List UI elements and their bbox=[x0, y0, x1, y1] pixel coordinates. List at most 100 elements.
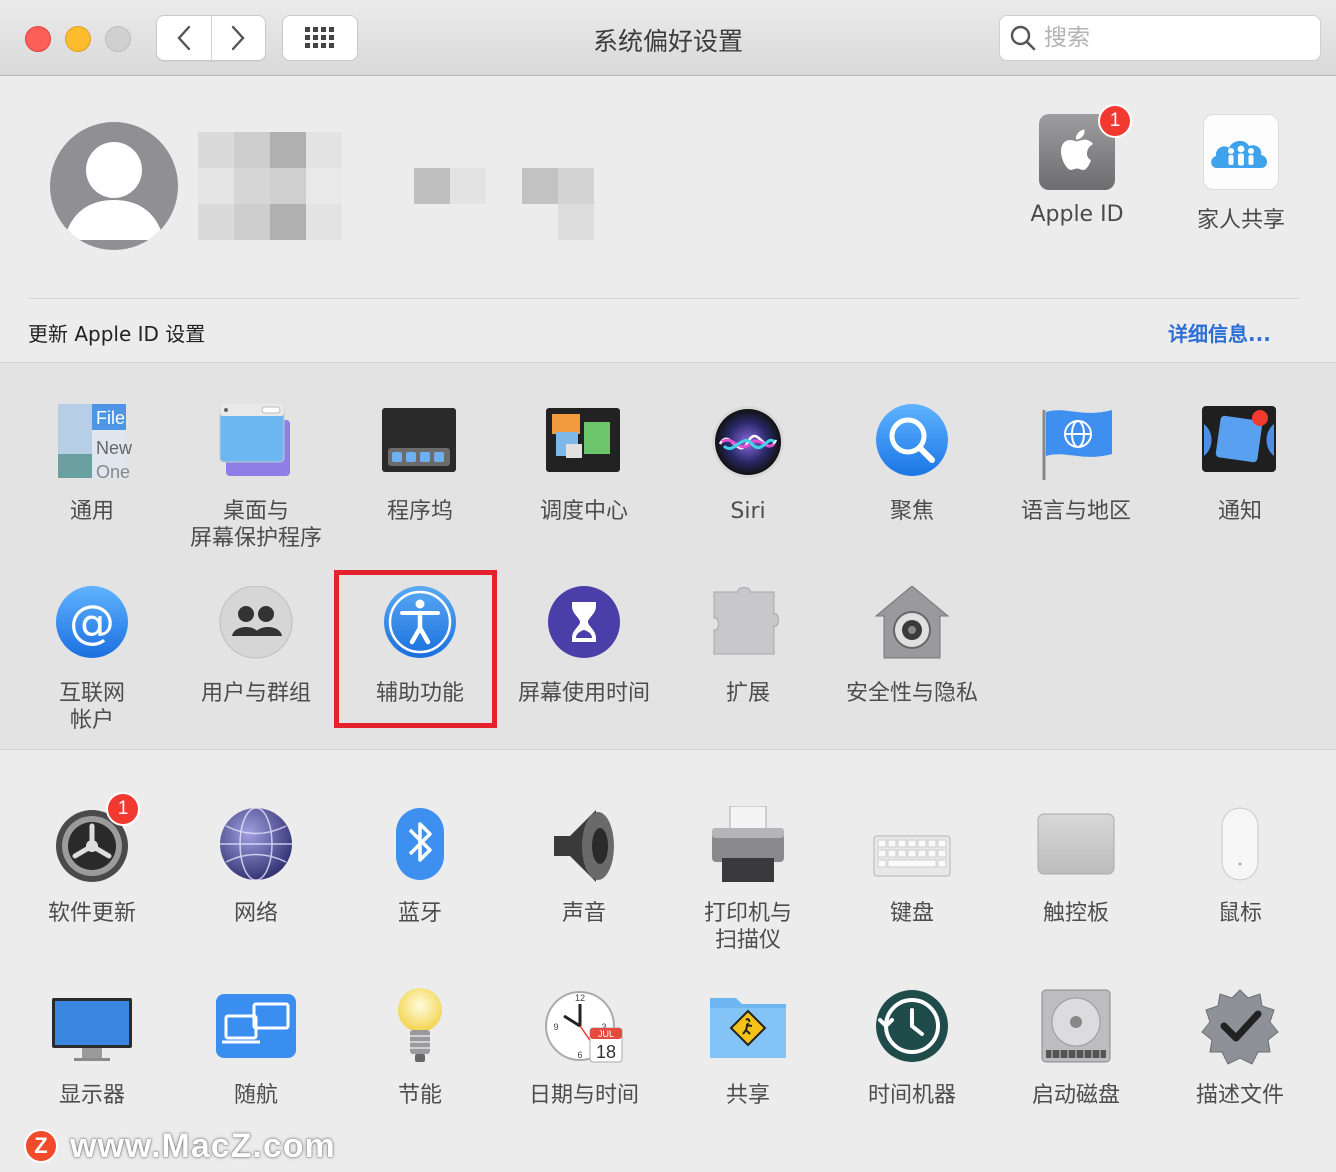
pane-printers-scanners[interactable]: 打印机与 扫描仪 bbox=[666, 805, 830, 954]
pane-label: 声音 bbox=[561, 901, 606, 926]
pane-sound[interactable]: 声音 bbox=[502, 806, 666, 927]
pane-label: 显示器 bbox=[58, 1083, 125, 1108]
pane-trackpad[interactable]: 触控板 bbox=[994, 806, 1158, 927]
pane-sharing[interactable]: 共享 bbox=[666, 988, 830, 1109]
pane-security-privacy[interactable]: 安全性与隐私 bbox=[830, 585, 994, 707]
show-all-button[interactable] bbox=[282, 15, 358, 61]
pane-language-region[interactable]: 语言与地区 bbox=[994, 404, 1158, 525]
pane-label: 启动磁盘 bbox=[1031, 1083, 1120, 1108]
pane-dock[interactable]: 程序坞 bbox=[338, 404, 502, 525]
nav-buttons bbox=[156, 15, 266, 61]
users-groups-icon bbox=[216, 585, 296, 666]
pane-bluetooth[interactable]: 蓝牙 bbox=[338, 806, 502, 927]
pane-keyboard[interactable]: 键盘 bbox=[830, 806, 994, 927]
time-machine-icon bbox=[872, 988, 952, 1068]
mission-control-icon bbox=[544, 404, 624, 484]
general-file-text: File bbox=[96, 408, 125, 428]
pane-label: 软件更新 bbox=[47, 901, 136, 926]
pane-label: 描述文件 bbox=[1195, 1083, 1284, 1108]
pane-general[interactable]: File New One 通用 bbox=[10, 404, 174, 525]
pane-label: 节能 bbox=[397, 1083, 442, 1108]
watermark: Z www.MacZ.com bbox=[24, 1126, 336, 1166]
network-icon bbox=[216, 806, 296, 886]
general-one-text: One bbox=[96, 462, 130, 482]
pane-date-time[interactable]: 12 3 6 9 JUL 18 日期与时间 bbox=[502, 988, 666, 1109]
language-region-icon bbox=[1036, 404, 1116, 484]
dock-icon bbox=[380, 404, 460, 484]
pane-network[interactable]: 网络 bbox=[174, 806, 338, 927]
calendar-day-text: 18 bbox=[596, 1042, 616, 1062]
trackpad-icon bbox=[1036, 806, 1116, 886]
pane-label: Siri bbox=[730, 499, 766, 524]
displays-icon bbox=[52, 988, 132, 1068]
update-apple-id-text: 更新 Apple ID 设置 bbox=[28, 322, 206, 346]
pane-displays[interactable]: 显示器 bbox=[10, 988, 174, 1109]
family-sharing-pane[interactable]: 家人共享 bbox=[1171, 114, 1311, 234]
accessibility-highlight-box bbox=[334, 570, 497, 728]
pane-time-machine[interactable]: 时间机器 bbox=[830, 988, 994, 1109]
details-link[interactable]: 详细信息... bbox=[1168, 318, 1271, 347]
pane-siri[interactable]: Siri bbox=[666, 404, 830, 525]
search-input[interactable] bbox=[1044, 25, 1294, 51]
zoom-button[interactable] bbox=[105, 26, 131, 52]
bluetooth-icon bbox=[380, 806, 460, 886]
pane-energy-saver[interactable]: 节能 bbox=[338, 988, 502, 1109]
pane-sidecar[interactable]: 随航 bbox=[174, 988, 338, 1109]
minimize-button[interactable] bbox=[65, 26, 91, 52]
startup-disk-icon bbox=[1036, 988, 1116, 1068]
grid-icon bbox=[305, 27, 334, 48]
pane-label: 时间机器 bbox=[867, 1083, 956, 1108]
general-icon: File New One bbox=[52, 404, 133, 484]
family-sharing-icon bbox=[1203, 114, 1279, 190]
pane-label: 语言与地区 bbox=[1020, 499, 1131, 524]
software-update-badge: 1 bbox=[106, 792, 140, 826]
pane-software-update[interactable]: 1 软件更新 bbox=[10, 792, 174, 927]
svg-text:12: 12 bbox=[575, 993, 585, 1003]
apple-id-badge: 1 bbox=[1098, 104, 1132, 138]
pane-profiles[interactable]: 描述文件 bbox=[1158, 988, 1322, 1109]
sharing-icon bbox=[708, 988, 788, 1068]
pane-mission-control[interactable]: 调度中心 bbox=[502, 404, 666, 525]
profiles-icon bbox=[1200, 988, 1280, 1068]
sound-icon bbox=[544, 806, 624, 886]
internet-accounts-icon: @ bbox=[52, 586, 132, 666]
printers-scanners-icon bbox=[708, 805, 788, 886]
pane-spotlight[interactable]: 聚焦 bbox=[830, 404, 994, 525]
energy-saver-icon bbox=[380, 988, 460, 1068]
window-title: 系统偏好设置 bbox=[592, 27, 743, 56]
pane-label: 互联网 帐户 bbox=[58, 681, 125, 733]
apple-id-pane[interactable]: 1 Apple ID bbox=[1007, 104, 1147, 227]
pane-label: 通用 bbox=[69, 499, 114, 524]
pane-extensions[interactable]: 扩展 bbox=[666, 586, 830, 707]
close-button[interactable] bbox=[25, 26, 51, 52]
pane-desktop-screensaver[interactable]: 桌面与 屏幕保护程序 bbox=[174, 403, 338, 552]
sidecar-icon bbox=[216, 988, 296, 1068]
svg-text:9: 9 bbox=[553, 1022, 558, 1032]
pane-mouse[interactable]: 鼠标 bbox=[1158, 806, 1322, 927]
pane-label: 键盘 bbox=[889, 901, 934, 926]
back-button[interactable] bbox=[157, 16, 211, 60]
svg-text:@: @ bbox=[69, 595, 115, 649]
pane-startup-disk[interactable]: 启动磁盘 bbox=[994, 988, 1158, 1109]
search-field[interactable] bbox=[999, 15, 1321, 61]
avatar[interactable] bbox=[50, 122, 178, 250]
pane-label: 桌面与 屏幕保护程序 bbox=[189, 499, 322, 551]
divider bbox=[28, 298, 1300, 299]
pane-label: 安全性与隐私 bbox=[845, 681, 978, 706]
chevron-left-icon bbox=[177, 25, 190, 51]
security-privacy-icon bbox=[872, 585, 952, 666]
pane-label: 用户与群组 bbox=[200, 681, 311, 706]
pane-label: 程序坞 bbox=[386, 499, 453, 524]
pane-notifications[interactable]: 通知 bbox=[1158, 404, 1322, 525]
chevron-right-icon bbox=[232, 25, 245, 51]
pane-screen-time[interactable]: 屏幕使用时间 bbox=[502, 586, 666, 707]
pane-label: 共享 bbox=[725, 1083, 770, 1108]
redacted-email bbox=[414, 168, 594, 204]
pane-label: 通知 bbox=[1217, 499, 1262, 524]
mouse-icon bbox=[1200, 806, 1280, 886]
siri-icon bbox=[708, 404, 788, 484]
keyboard-icon bbox=[872, 806, 952, 886]
pane-internet-accounts[interactable]: @ 互联网 帐户 bbox=[10, 586, 174, 734]
forward-button[interactable] bbox=[210, 16, 266, 60]
pane-users-groups[interactable]: 用户与群组 bbox=[174, 585, 338, 707]
